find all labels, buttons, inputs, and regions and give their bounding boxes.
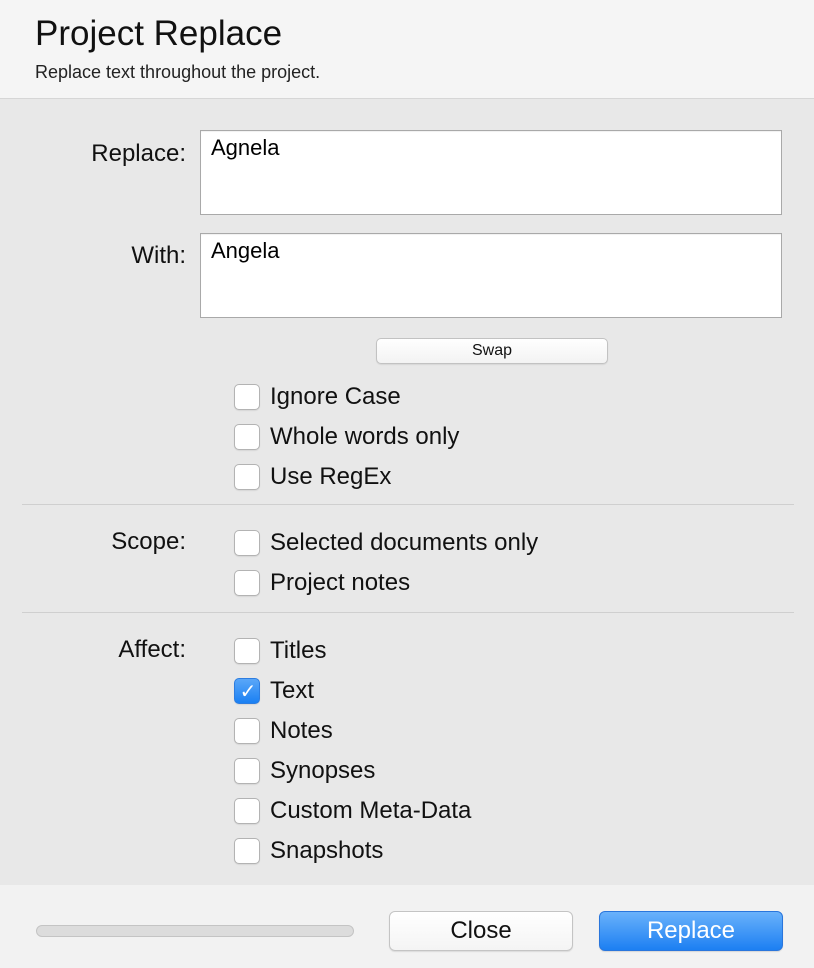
affect-synopses[interactable]: Synopses <box>234 756 375 786</box>
with-label: With: <box>131 242 186 269</box>
close-button[interactable]: Close <box>389 911 573 951</box>
checkbox[interactable] <box>234 424 260 450</box>
checkbox[interactable] <box>234 464 260 490</box>
checkbox[interactable] <box>234 384 260 410</box>
checkmark-icon <box>235 385 261 411</box>
scope-label: Scope: <box>111 528 186 555</box>
replace-button[interactable]: Replace <box>599 911 783 951</box>
swap-button[interactable]: Swap <box>376 338 608 364</box>
option-label: Ignore Case <box>270 383 401 410</box>
affect-snapshots[interactable]: Snapshots <box>234 836 383 866</box>
checkbox[interactable] <box>234 798 260 824</box>
scope-project-notes[interactable]: Project notes <box>234 568 410 598</box>
affect-item-label: Synopses <box>270 757 376 784</box>
affect-item-label: Titles <box>270 637 327 664</box>
affect-item-label: Custom Meta-Data <box>270 797 472 824</box>
checkbox[interactable]: ✓ <box>234 678 260 704</box>
affect-notes[interactable]: Notes <box>234 716 333 746</box>
checkbox[interactable] <box>234 530 260 556</box>
checkmark-icon <box>235 465 261 491</box>
with-input[interactable]: Angela <box>200 233 782 318</box>
affect-titles[interactable]: Titles <box>234 636 326 666</box>
checkmark-icon <box>235 571 261 597</box>
dialog-header: Project Replace Replace text throughout … <box>0 0 814 99</box>
scope-item-label: Selected documents only <box>270 529 539 556</box>
checkmark-icon <box>235 839 261 865</box>
checkmark-icon <box>235 799 261 825</box>
checkbox[interactable] <box>234 570 260 596</box>
checkmark-icon <box>235 639 261 665</box>
checkmark-icon <box>235 425 261 451</box>
checkmark-icon <box>235 759 261 785</box>
option-label: Whole words only <box>270 423 460 450</box>
options-panel <box>0 99 814 885</box>
checkmark-icon <box>235 719 261 745</box>
checkmark-icon: ✓ <box>239 681 257 703</box>
affect-text[interactable]: ✓ Text <box>234 676 314 706</box>
option-label: Use RegEx <box>270 463 392 490</box>
checkbox[interactable] <box>234 838 260 864</box>
divider <box>22 612 794 613</box>
checkbox[interactable] <box>234 758 260 784</box>
affect-item-label: Snapshots <box>270 837 384 864</box>
replace-input[interactable]: Agnela <box>200 130 782 215</box>
dialog-title: Project Replace <box>35 14 283 53</box>
dialog-subtitle: Replace text throughout the project. <box>35 62 321 82</box>
option-use-regex[interactable]: Use RegEx <box>234 462 391 492</box>
option-ignore-case[interactable]: Ignore Case <box>234 382 401 412</box>
checkbox[interactable] <box>234 638 260 664</box>
replace-label: Replace: <box>91 140 186 167</box>
affect-item-label: Notes <box>270 717 333 744</box>
affect-item-label: Text <box>270 677 315 704</box>
affect-custom-meta-data[interactable]: Custom Meta-Data <box>234 796 471 826</box>
checkmark-icon <box>235 531 261 557</box>
divider <box>22 504 794 505</box>
scope-selected-documents[interactable]: Selected documents only <box>234 528 538 558</box>
option-whole-words[interactable]: Whole words only <box>234 422 459 452</box>
affect-label: Affect: <box>118 636 186 663</box>
scope-item-label: Project notes <box>270 569 411 596</box>
progress-bar <box>36 925 354 937</box>
checkbox[interactable] <box>234 718 260 744</box>
